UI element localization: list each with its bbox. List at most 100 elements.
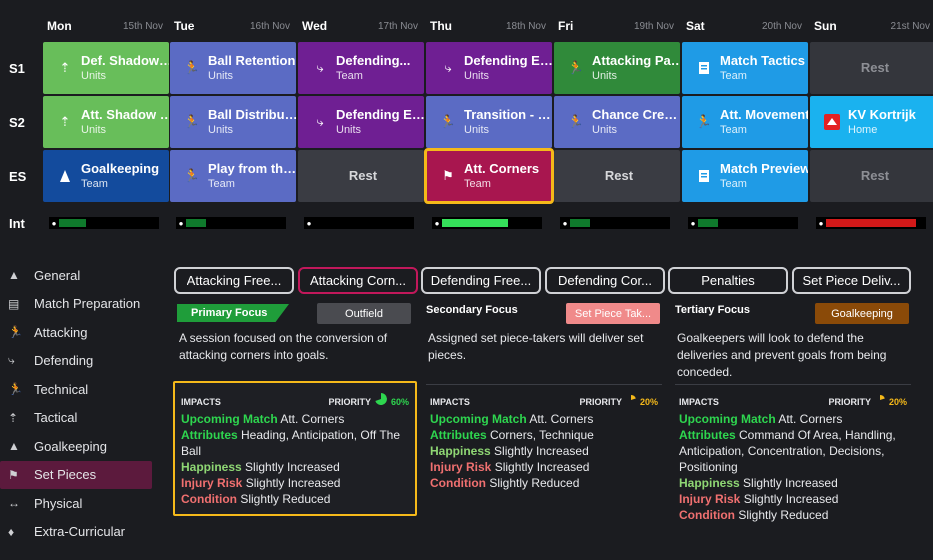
session-cell-es-fri[interactable]: Rest <box>554 150 680 202</box>
defending-icon: ⤷ <box>316 114 324 129</box>
session-text: Def. Shadow PlayUnits <box>77 54 169 83</box>
session-cell-es-thu[interactable]: ⚑ Att. Corners Team <box>424 148 554 204</box>
session-cell-s1-sat[interactable]: Match Tactics Team <box>682 42 808 94</box>
day-date: 15th Nov <box>122 20 163 32</box>
tab-5[interactable]: Set Piece Deliv... <box>792 267 911 294</box>
session-cell-s1-mon[interactable]: ⇡ Def. Shadow PlayUnits <box>43 42 169 94</box>
session-text: Rest <box>857 61 889 76</box>
session-cell-s1-tue[interactable]: 🏃 Ball Retention Units <box>170 42 296 94</box>
sidebar-item-general[interactable]: ▲ General <box>0 261 152 289</box>
session-subtitle: Units <box>592 123 618 136</box>
intensity-bar-fill <box>59 219 86 227</box>
session-cell-es-wed[interactable]: Rest <box>298 150 424 202</box>
priority-pie-icon <box>875 394 885 410</box>
sidebar-item-set-pieces[interactable]: ⚑ Set Pieces <box>0 460 152 489</box>
priority-value: 20% <box>888 397 907 407</box>
session-cell-s2-tue[interactable]: 🏃Ball DistributionUnits <box>170 96 296 148</box>
defending-icon: ⤷ <box>444 60 452 75</box>
day-header-thu: Thu 18th Nov <box>426 14 552 38</box>
impact-key: Upcoming Match <box>430 412 527 426</box>
priority-label: PRIORITY <box>328 396 371 407</box>
session-cell-s1-thu[interactable]: ⤷ Defending EngagedUnits <box>426 42 552 94</box>
session-cell-s1-sun[interactable]: Rest <box>810 42 933 94</box>
tab-4[interactable]: Penalties <box>668 267 788 294</box>
tab-1[interactable]: Attacking Corn... <box>298 267 418 294</box>
row-label-s2: S2 <box>9 114 25 130</box>
tab-label: Penalties <box>701 273 755 288</box>
sidebar-item-defending[interactable]: ⤷ Defending <box>0 347 152 375</box>
session-cell-es-sat[interactable]: Match Preview Team <box>682 150 808 202</box>
focus-type-tag[interactable]: Set Piece Tak... <box>566 303 660 324</box>
session-title: Match Tactics <box>720 53 806 68</box>
session-text: Defending EngagedUnits <box>332 108 424 137</box>
sidebar-item-tactical[interactable]: ⇡ Tactical <box>0 404 152 432</box>
technical-icon: 🏃 <box>183 168 201 183</box>
session-cell-s2-sun[interactable]: KV Kortrijk Home <box>810 96 933 148</box>
session-subtitle: Units <box>208 69 234 82</box>
intensity-bar-fill <box>186 219 206 227</box>
session-cell-s2-thu[interactable]: 🏃Transition - PressUnits <box>426 96 552 148</box>
priority-group: PRIORITY 20% <box>579 394 658 410</box>
session-cell-s1-wed[interactable]: ⤷ Defending... Team <box>298 42 424 94</box>
focus-type-tag[interactable]: Outfield <box>317 303 411 324</box>
day-name: Fri <box>558 19 574 33</box>
intensity-meter-sat: ● <box>688 217 798 229</box>
session-cell-s1-fri[interactable]: 🏃Attacking PatientUnits <box>554 42 680 94</box>
sidebar-item-goalkeeping[interactable]: ▲ Goalkeeping <box>0 432 152 460</box>
session-text: Transition - PressUnits <box>460 108 552 137</box>
attacking-icon: 🏃 <box>8 325 23 339</box>
day-name: Wed <box>302 19 328 33</box>
session-cell-es-tue[interactable]: 🏃Play from the BackTeam <box>170 150 296 202</box>
goalkeeping-icon <box>53 169 77 183</box>
session-subtitle: Team <box>336 69 363 82</box>
sidebar-item-match-preparation[interactable]: ▤ Match Preparation <box>0 290 152 318</box>
day-header-mon: Mon 15th Nov <box>43 14 169 38</box>
session-title: Att. Movement <box>720 107 808 122</box>
session-text: Match Preview Team <box>716 162 808 191</box>
session-text: Att. Corners Team <box>460 162 539 191</box>
tab-2[interactable]: Defending Free... <box>421 267 541 294</box>
technical-icon: 🏃 <box>183 60 201 75</box>
session-cell-s2-wed[interactable]: ⤷ Defending EngagedUnits <box>298 96 424 148</box>
intensity-bar-fill <box>698 219 718 227</box>
session-cell-es-mon[interactable]: Goalkeeping Team <box>43 150 169 202</box>
session-text: Defending EngagedUnits <box>460 54 552 83</box>
focus-panel-1: Secondary Focus Set Piece Tak... Assigned … <box>422 302 666 518</box>
impacts-label: IMPACTS <box>181 396 221 407</box>
session-title: Def. Shadow Play <box>81 53 169 68</box>
impact-happiness: Happiness Slightly Increased <box>181 459 409 475</box>
session-cell-s2-sat[interactable]: 🏃 Att. Movement Team <box>682 96 808 148</box>
session-title: Defending Engaged <box>336 107 424 122</box>
intensity-ball-icon: ● <box>818 218 824 228</box>
impact-condition: Condition Slightly Reduced <box>430 475 658 491</box>
impacts-label: IMPACTS <box>430 397 470 407</box>
tab-0[interactable]: Attacking Free... <box>174 267 294 294</box>
sidebar-item-label: Tactical <box>34 410 78 425</box>
sidebar-item-extra-curricular[interactable]: ♦ Extra-Curricular <box>0 518 152 546</box>
impact-key: Happiness <box>181 460 242 474</box>
day-header-wed: Wed 17th Nov <box>298 14 424 38</box>
session-cell-es-sun[interactable]: Rest <box>810 150 933 202</box>
focus-type-tag[interactable]: Goalkeeping <box>815 303 909 324</box>
focus-panel-0: Primary Focus Outfield A session focused o… <box>173 302 417 518</box>
session-cell-s2-mon[interactable]: ⇡ Att. Shadow PlayUnits <box>43 96 169 148</box>
sidebar-item-technical[interactable]: 🏃 Technical <box>0 375 152 403</box>
intensity-bar-fill <box>826 219 916 227</box>
impact-happiness: Happiness Slightly Increased <box>679 475 907 491</box>
session-text: Rest <box>857 169 889 184</box>
tab-3[interactable]: Defending Cor... <box>545 267 665 294</box>
priority-label: PRIORITY <box>579 397 622 407</box>
session-text: Att. Movement Team <box>716 108 808 137</box>
session-text: Ball DistributionUnits <box>204 108 296 137</box>
session-cell-s2-fri[interactable]: 🏃Chance CreationUnits <box>554 96 680 148</box>
priority-value: 20% <box>639 397 658 407</box>
sidebar-item-physical[interactable]: ↔ Physical <box>0 489 152 517</box>
impact-value: Slightly Increased <box>245 476 341 490</box>
impact-value: Corners, Technique <box>490 428 594 442</box>
session-title: Ball Retention <box>208 53 296 68</box>
session-subtitle: Team <box>720 69 747 82</box>
sidebar-item-attacking[interactable]: 🏃 Attacking <box>0 318 152 346</box>
intensity-ball-icon: ● <box>51 218 57 228</box>
impact-key: Condition <box>679 508 735 522</box>
technical-icon: 🏃 <box>439 114 457 129</box>
